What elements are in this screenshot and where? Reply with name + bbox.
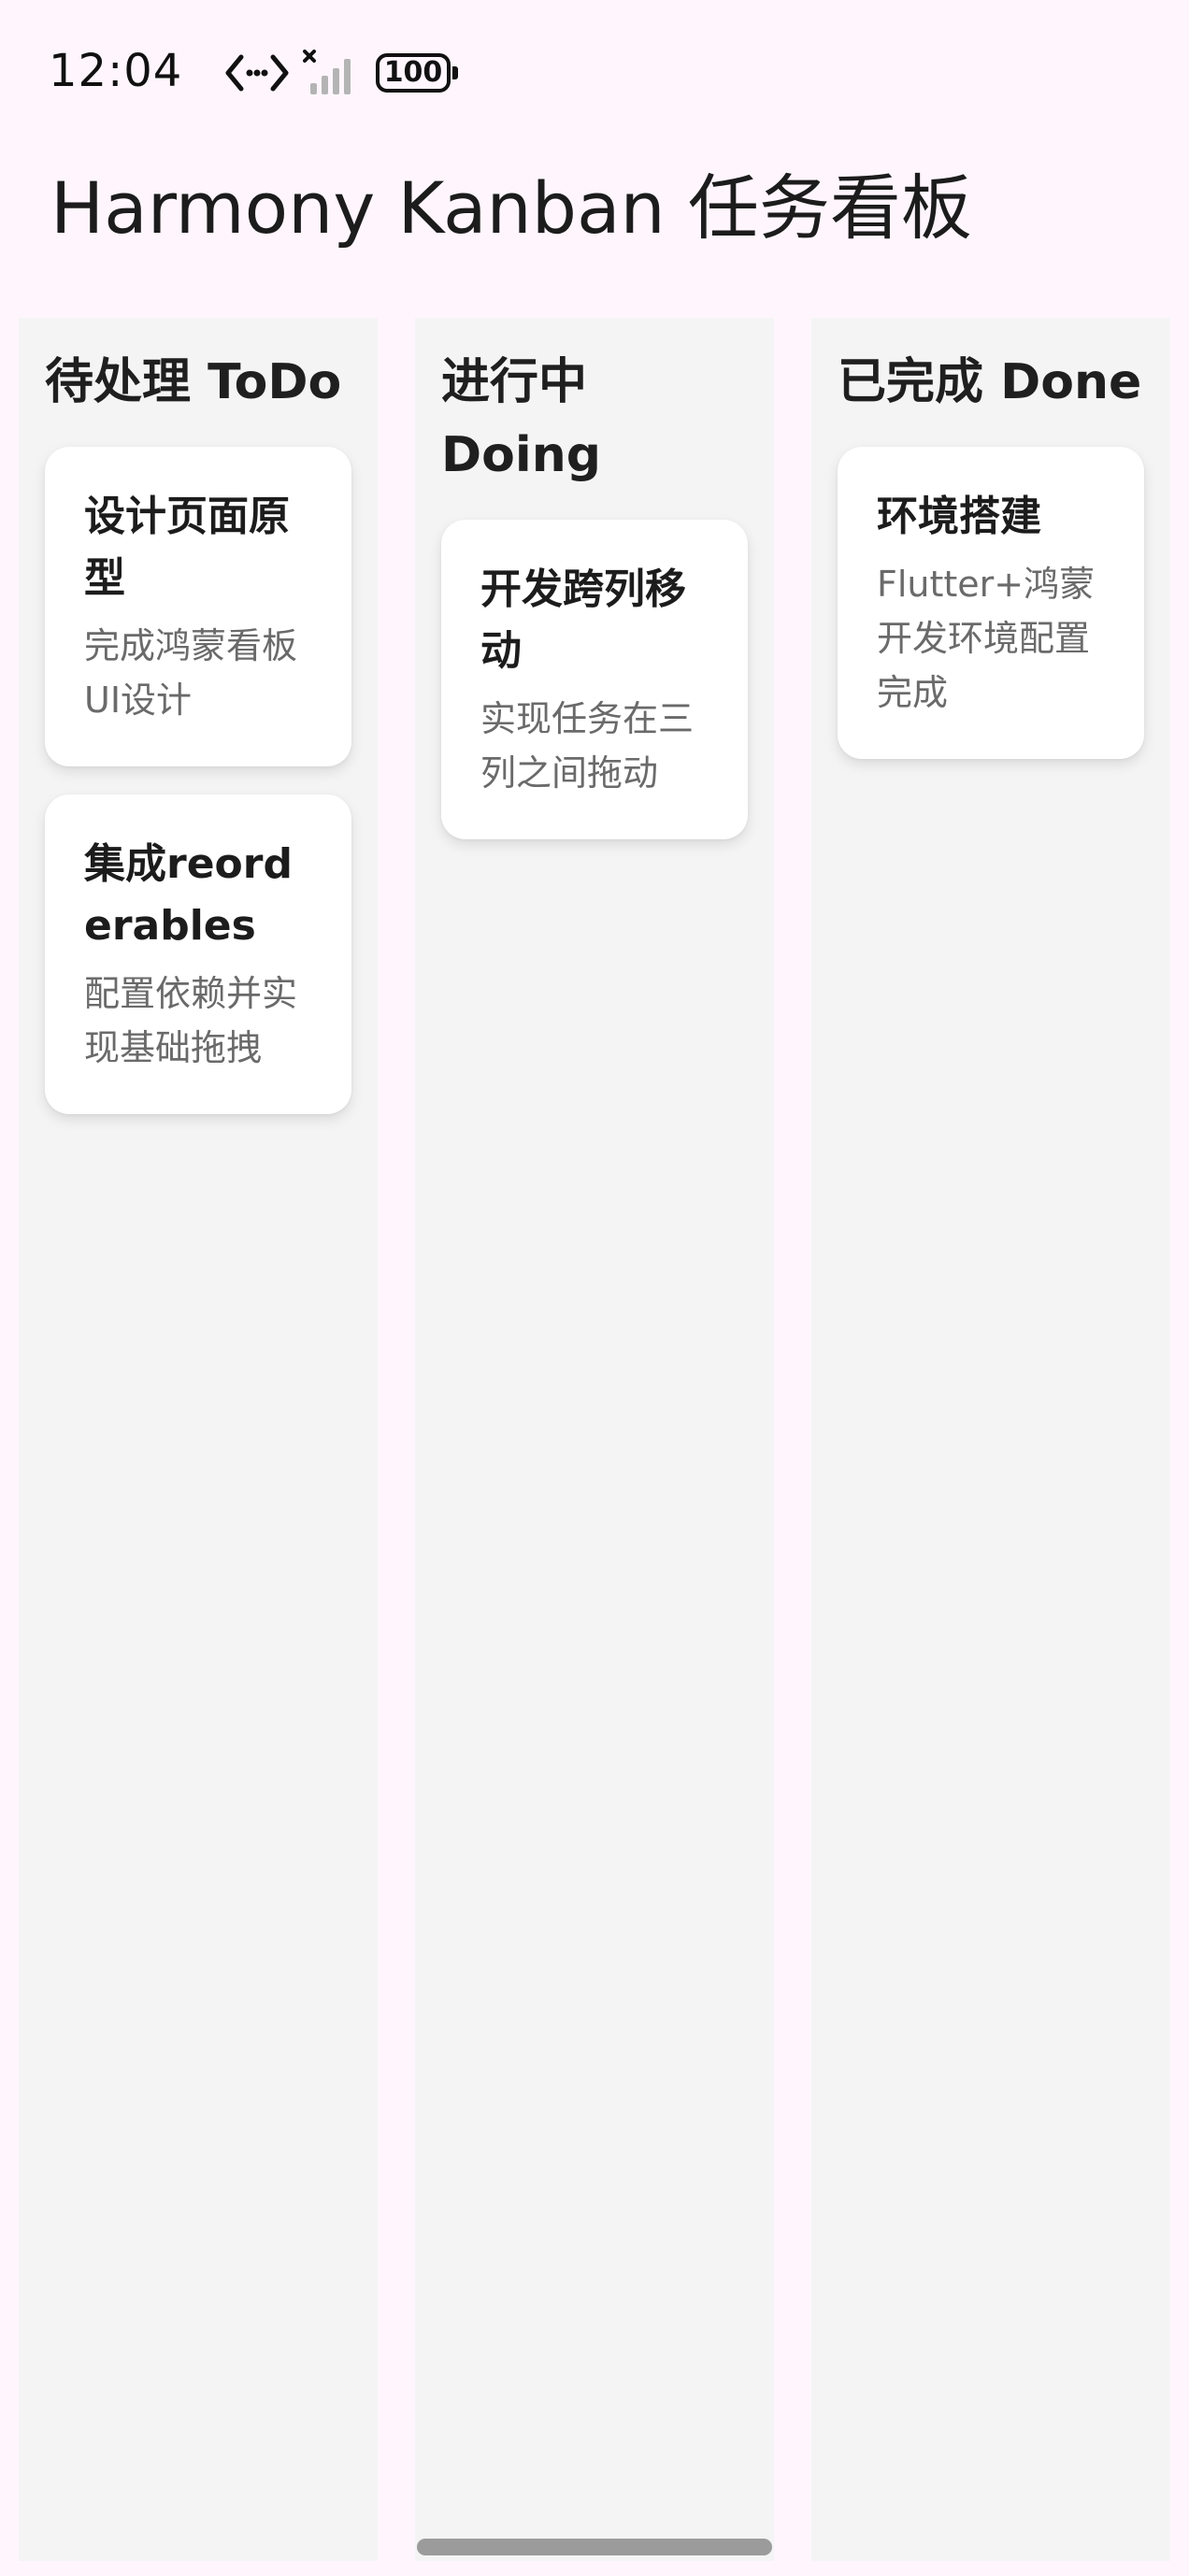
gesture-navigation-bar[interactable] [417, 2539, 772, 2555]
task-title: 集成reorderables [84, 840, 293, 950]
task-card[interactable]: 环境搭建 Flutter+鸿蒙开发环境配置完成 [838, 447, 1144, 759]
column-done[interactable]: 已完成 Done 环境搭建 Flutter+鸿蒙开发环境配置完成 [811, 318, 1170, 2561]
task-card[interactable]: 设计页面原型 完成鸿蒙看板UI设计 [45, 447, 351, 766]
task-description: 实现任务在三列之间拖动 [480, 698, 695, 794]
signal-no-service-icon [303, 50, 351, 94]
task-card[interactable]: 集成reorderables 配置依赖并实现基础拖拽 [45, 794, 351, 1114]
task-title: 设计页面原型 [84, 493, 290, 602]
kanban-board: 待处理 ToDo 设计页面原型 完成鸿蒙看板UI设计 集成reorderable… [19, 318, 1170, 2561]
task-title: 开发跨列移动 [480, 565, 686, 675]
column-title: 已完成 Done [838, 354, 1142, 410]
data-transfer-icon [225, 54, 289, 92]
page-title: Harmony Kanban 任务看板 [50, 166, 972, 250]
task-description: Flutter+鸿蒙开发环境配置完成 [877, 564, 1096, 713]
task-description: 配置依赖并实现基础拖拽 [84, 973, 298, 1068]
column-title: 待处理 ToDo [45, 354, 342, 410]
status-bar: 12:04 100 [0, 0, 1189, 140]
column-title: 进行中 Doing [441, 354, 601, 483]
column-todo[interactable]: 待处理 ToDo 设计页面原型 完成鸿蒙看板UI设计 集成reorderable… [19, 318, 378, 2561]
status-icons: 100 [224, 49, 458, 97]
battery-level: 100 [383, 56, 443, 89]
task-description: 完成鸿蒙看板UI设计 [84, 625, 298, 721]
task-title: 环境搭建 [877, 493, 1041, 540]
battery-icon: 100 [376, 53, 458, 93]
task-card[interactable]: 开发跨列移动 实现任务在三列之间拖动 [441, 520, 748, 839]
status-time: 12:04 [49, 45, 183, 97]
column-doing[interactable]: 进行中 Doing 开发跨列移动 实现任务在三列之间拖动 [415, 318, 774, 2561]
